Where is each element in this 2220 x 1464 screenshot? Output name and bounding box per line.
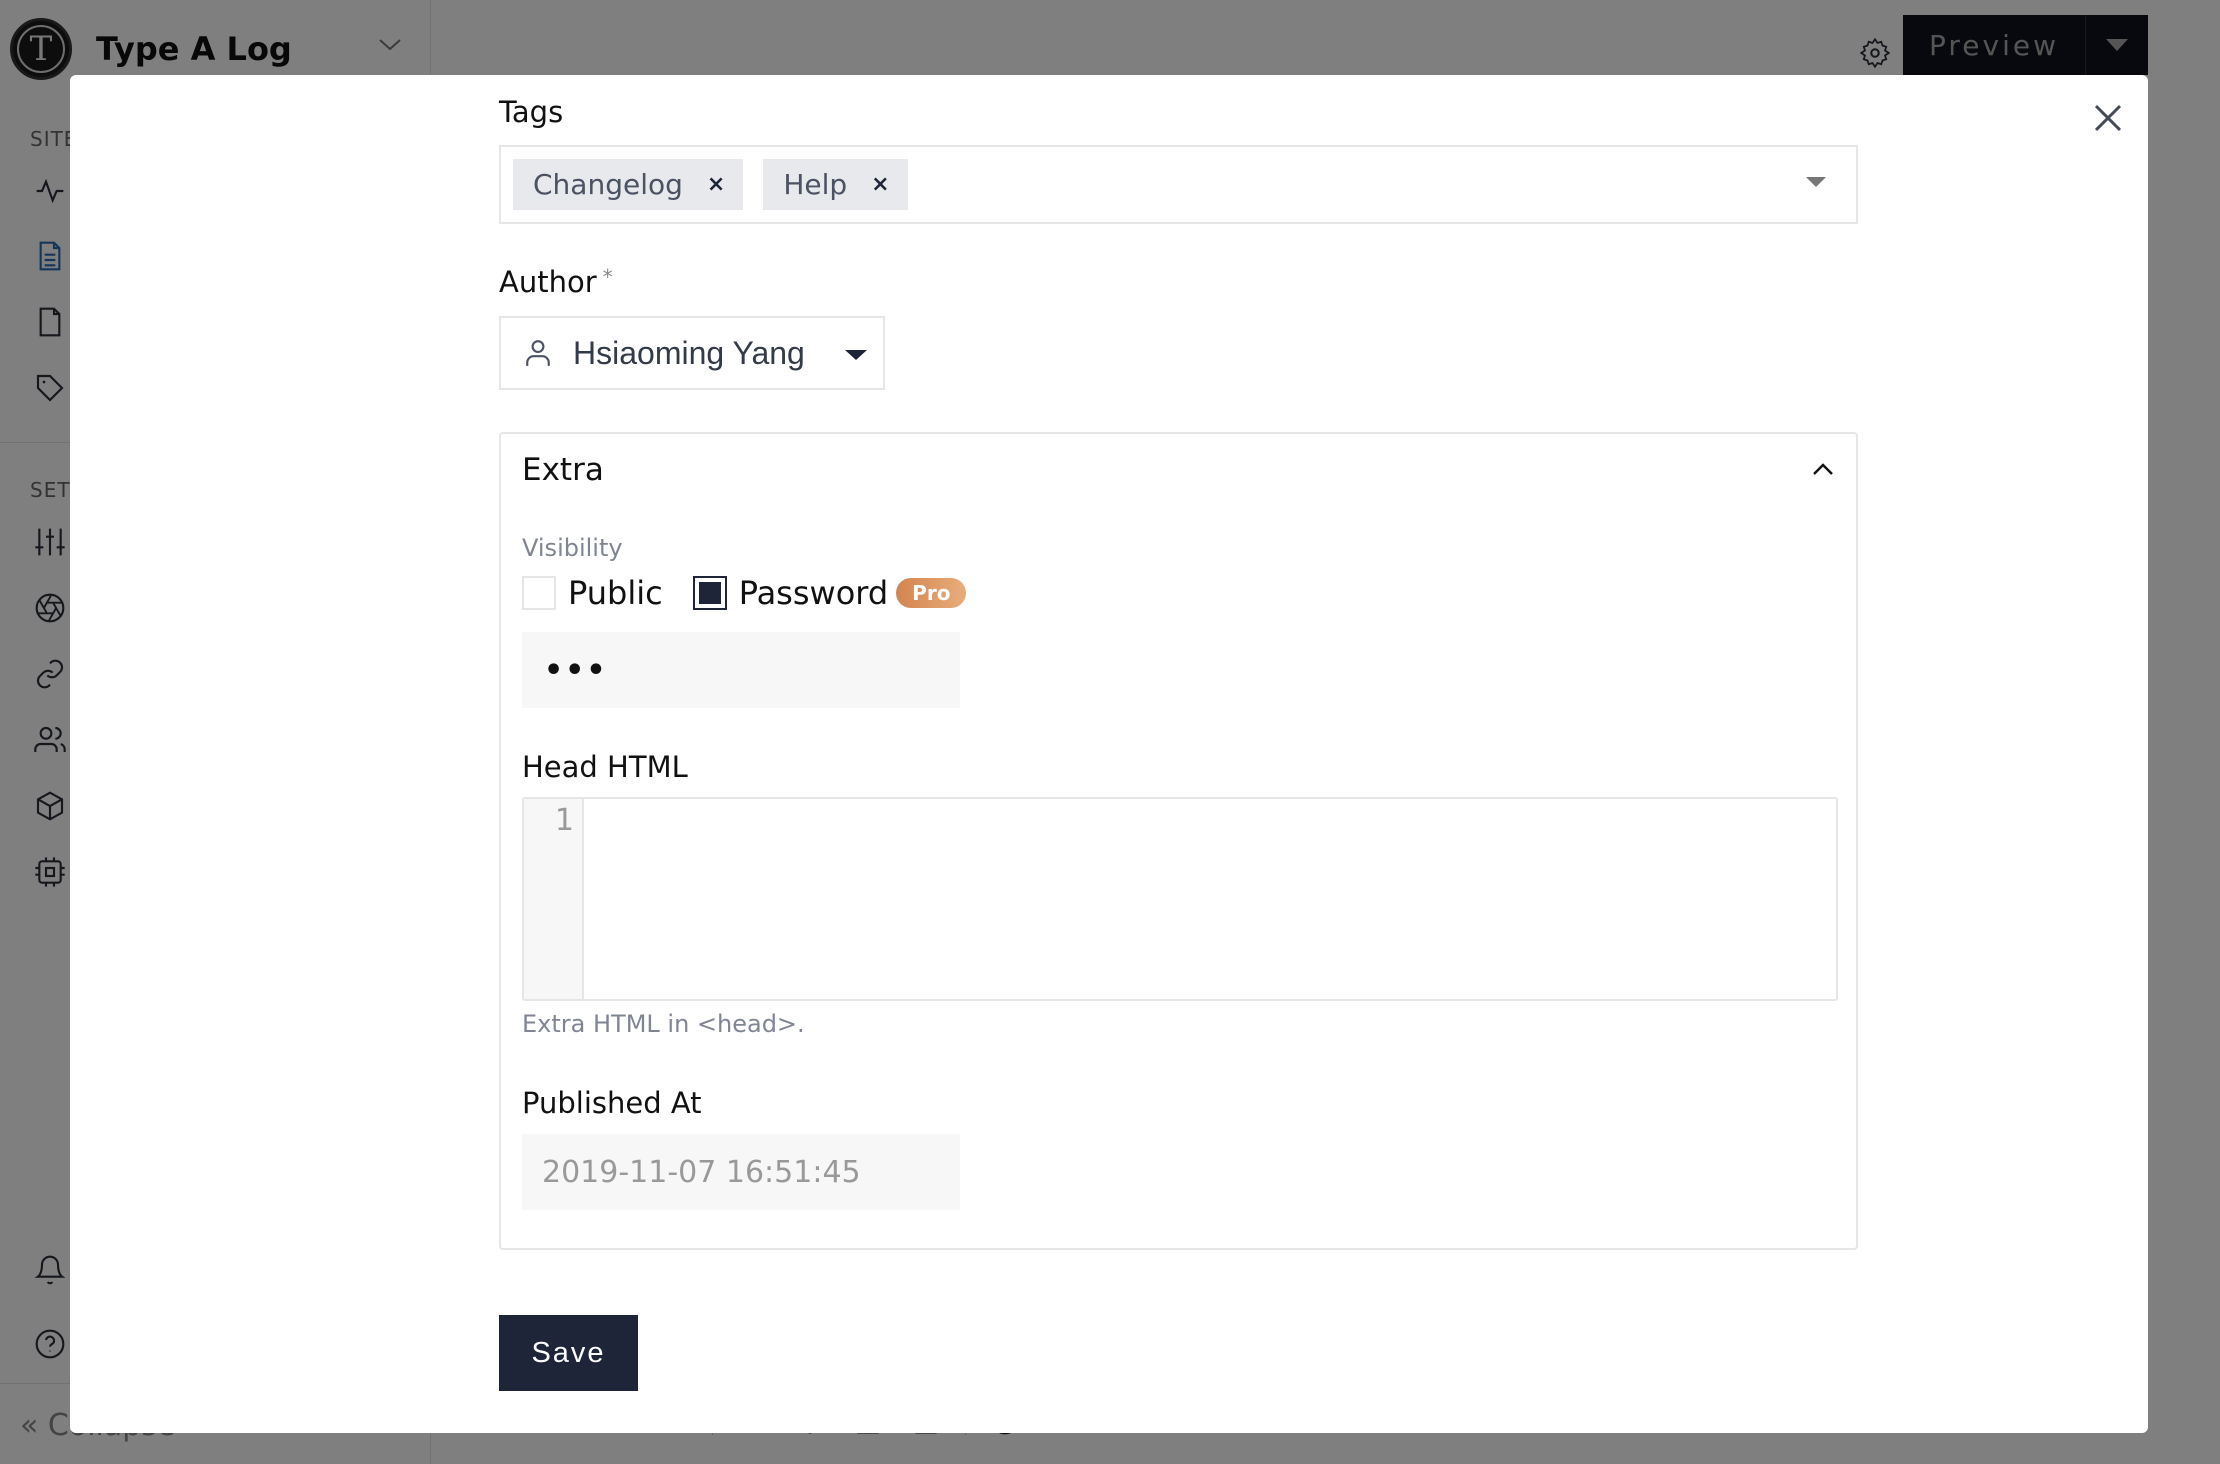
author-label: Author * [499,265,613,299]
head-html-label: Head HTML [522,750,688,784]
published-at-input[interactable]: 2019-11-07 16:51:45 [522,1134,960,1210]
tag-label: Help [783,168,848,201]
head-html-code-area[interactable] [584,799,1836,999]
tags-input[interactable]: Changelog × Help × [499,145,1858,224]
public-label[interactable]: Public [568,574,663,612]
caret-down-icon [845,350,867,360]
head-html-hint: Extra HTML in <head>. [522,1010,805,1038]
tag-chip: Changelog × [513,159,744,210]
close-icon[interactable] [2090,100,2126,136]
save-button[interactable]: Save [499,1315,638,1391]
tag-chip: Help × [763,159,908,210]
author-select[interactable]: Hsiaoming Yang [499,316,885,390]
remove-tag-icon[interactable]: × [871,172,889,197]
pro-badge: Pro [896,578,967,608]
user-icon [526,340,550,366]
remove-tag-icon[interactable]: × [707,172,725,197]
head-html-editor[interactable]: 1 [522,797,1838,1001]
author-value: Hsiaoming Yang [573,334,805,371]
extra-panel-title[interactable]: Extra [522,452,604,488]
tags-label: Tags [499,95,564,129]
published-at-label: Published At [522,1086,702,1120]
required-mark: * [602,265,613,289]
post-settings-modal: Tags Changelog × Help × Author * Hsiaomin… [70,75,2148,1433]
password-input[interactable]: ••• [522,632,960,708]
line-number: 1 [524,799,584,999]
password-checkbox[interactable] [692,576,727,610]
tag-label: Changelog [533,168,683,201]
visibility-options: Public Password Pro [522,574,967,612]
tags-dropdown-icon[interactable] [1806,177,1826,187]
visibility-label: Visibility [522,534,623,562]
password-label[interactable]: Password [739,574,888,612]
public-checkbox[interactable] [522,576,556,610]
extra-panel: Extra Visibility Public Password Pro •••… [499,432,1858,1250]
chevron-up-icon[interactable] [1812,462,1834,476]
